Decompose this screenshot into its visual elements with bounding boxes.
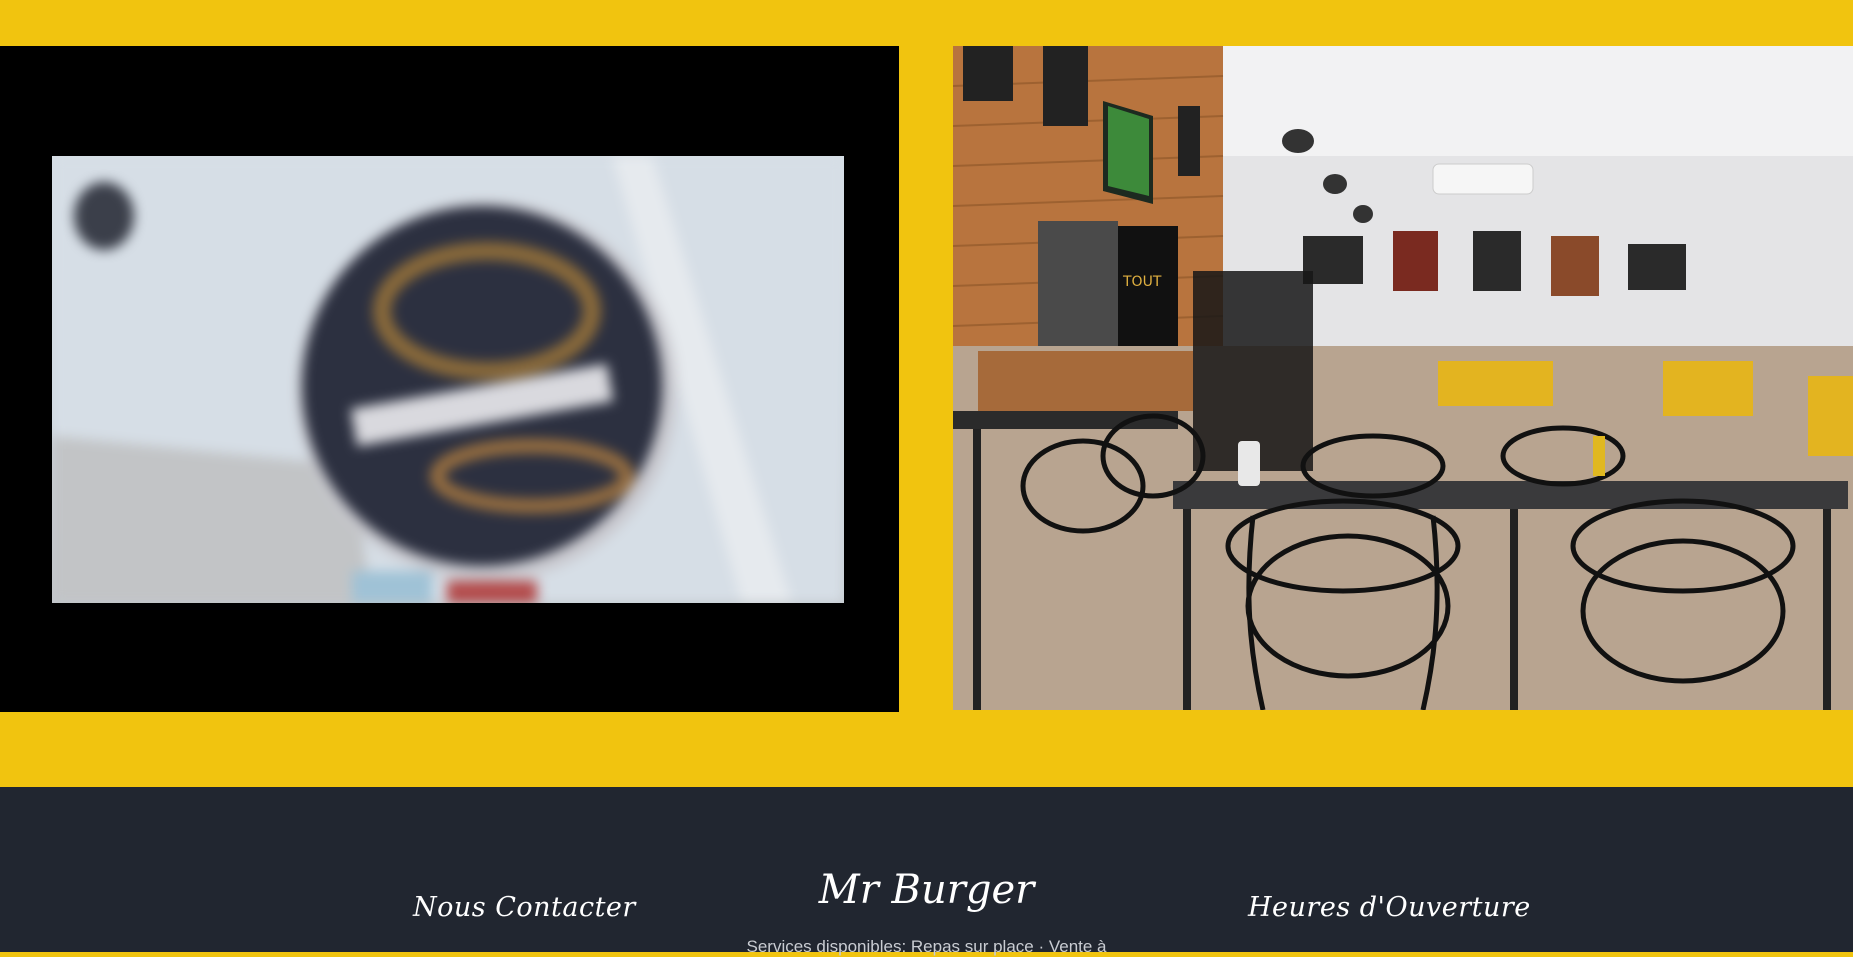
brand-title: Mr Burger xyxy=(818,867,1035,913)
restaurant-logo-video[interactable] xyxy=(52,156,844,603)
restaurant-interior-photo: TOUT xyxy=(953,46,1853,710)
svg-text:TOUT: TOUT xyxy=(1122,274,1162,290)
restaurant-interior-photo-icon: TOUT xyxy=(953,46,1853,710)
gallery-section: TOUT xyxy=(0,0,1853,787)
site-footer: Nous Contacter Mr Burger Services dispon… xyxy=(0,787,1853,956)
services-text: Services disponibles: Repas sur place · … xyxy=(746,937,1107,956)
blurred-logo-video-icon xyxy=(52,156,844,603)
hours-heading: Heures d'Ouverture xyxy=(1248,892,1531,923)
video-panel[interactable] xyxy=(0,46,899,712)
